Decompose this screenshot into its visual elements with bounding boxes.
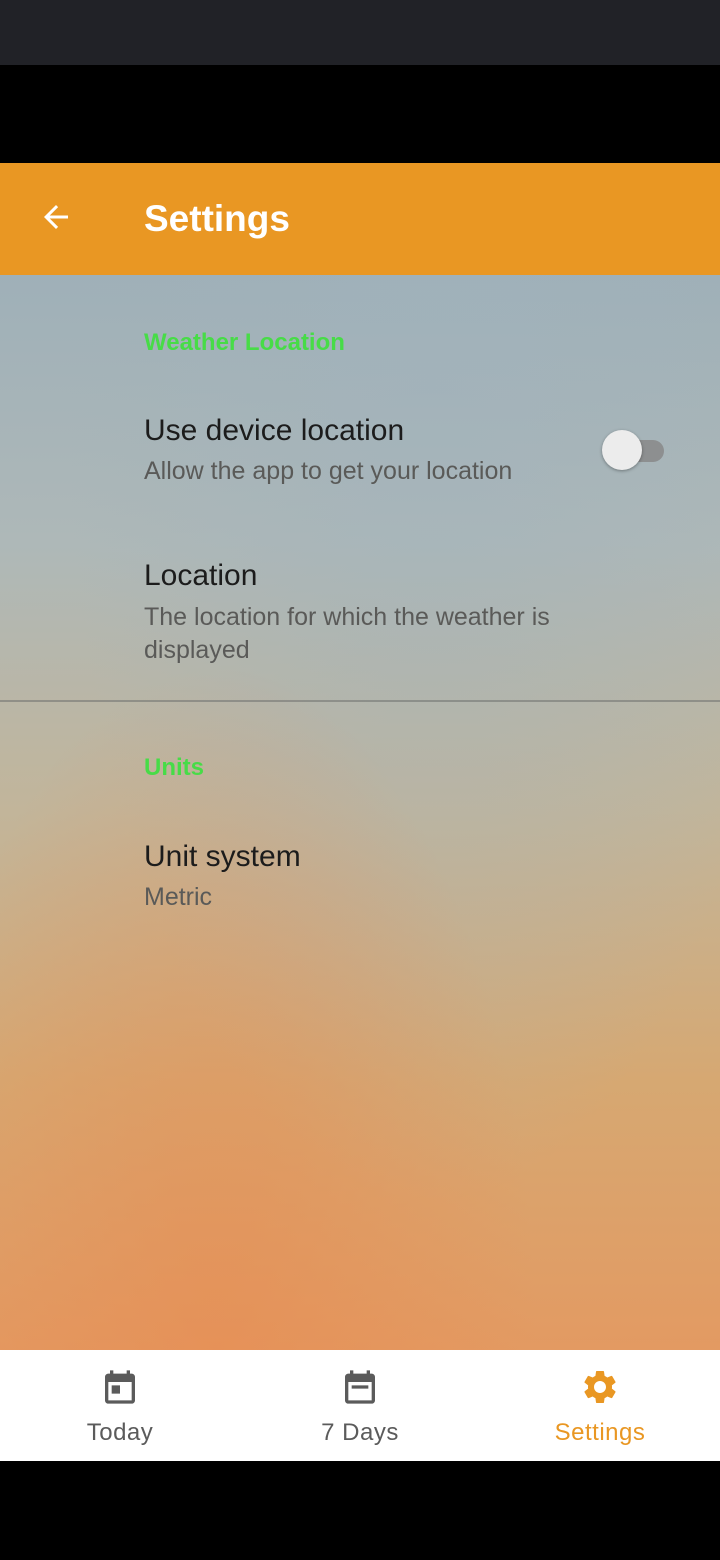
- pref-unit-system-title: Unit system: [144, 840, 301, 873]
- nav-item-7-days[interactable]: 7 Days: [240, 1350, 480, 1461]
- settings-list: Weather Location Use device location All…: [0, 275, 720, 1350]
- bottom-navigation: Today 7 Days Settings: [0, 1350, 720, 1461]
- bottom-black-band: [0, 1461, 720, 1560]
- pref-location[interactable]: Location The location for which the weat…: [0, 535, 720, 685]
- toggle-thumb: [602, 430, 642, 470]
- pref-unit-system-summary: Metric: [144, 883, 213, 911]
- section-header-units: Units: [144, 754, 204, 781]
- page-title: Settings: [144, 198, 290, 239]
- back-button[interactable]: [30, 191, 82, 243]
- pref-use-device-location-title: Use device location: [144, 414, 405, 447]
- pref-use-device-location-summary: Allow the app to get your location: [144, 457, 513, 485]
- pref-unit-system[interactable]: Unit system Metric: [0, 815, 720, 925]
- calendar-today-icon: [105, 1370, 135, 1404]
- app-bar: Settings: [0, 163, 720, 275]
- gear-icon: [584, 1371, 616, 1403]
- top-black-band: [0, 65, 720, 163]
- nav-label-today: Today: [86, 1419, 154, 1446]
- section-header-weather-location: Weather Location: [144, 329, 345, 356]
- section-divider: [0, 700, 720, 702]
- pref-location-summary: The location for which the weather is di…: [144, 603, 550, 664]
- status-bar: [0, 0, 720, 65]
- use-device-location-toggle[interactable]: [600, 429, 666, 471]
- arrow-left-icon: [44, 205, 68, 229]
- nav-label-7-days: 7 Days: [321, 1419, 399, 1446]
- nav-label-settings: Settings: [554, 1419, 646, 1446]
- nav-item-settings[interactable]: Settings: [480, 1350, 720, 1461]
- calendar-week-icon: [345, 1370, 375, 1404]
- pref-location-title: Location: [144, 559, 258, 592]
- nav-item-today[interactable]: Today: [0, 1350, 240, 1461]
